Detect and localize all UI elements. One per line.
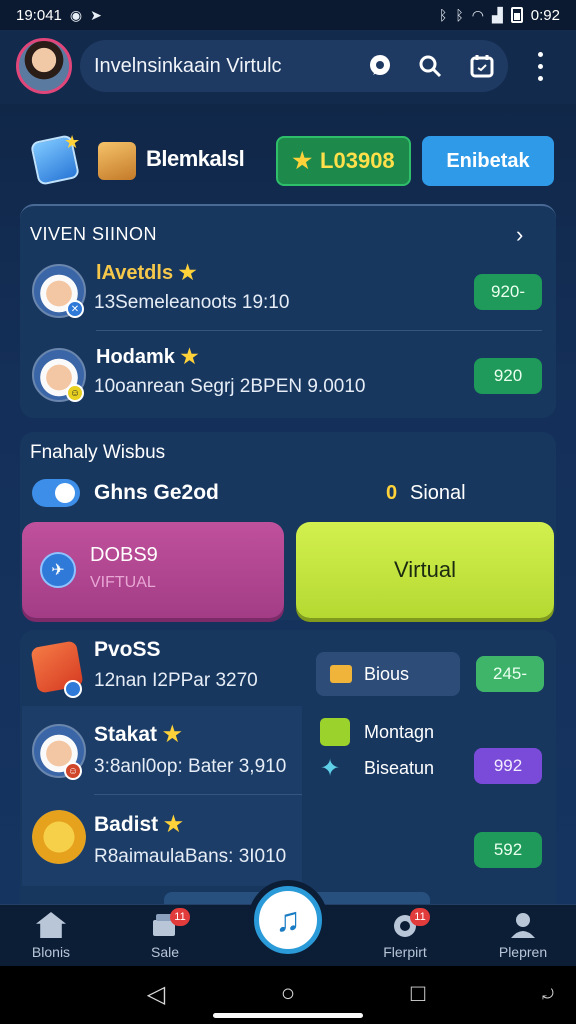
telegram-icon: ➤ xyxy=(90,6,102,23)
option-row[interactable]: ✦ Biseatun xyxy=(320,754,434,782)
plane-icon: ✈ xyxy=(40,552,76,588)
signal-icon: ▟ xyxy=(492,6,503,23)
row-subtitle: 13Semeleanoots 19:10 xyxy=(94,292,290,313)
section-title: VIVEN SIINON xyxy=(30,224,158,244)
lime-card-button[interactable]: Virtual xyxy=(296,522,554,618)
gesture-handle[interactable] xyxy=(213,1013,363,1018)
row-name: Hodamk ★ xyxy=(96,346,199,368)
card-title: Virtual xyxy=(394,557,456,582)
rotate-icon[interactable]: ⤾ xyxy=(528,986,568,1003)
battery-icon xyxy=(510,7,523,23)
chevron-right-icon[interactable]: › xyxy=(516,222,523,248)
action-button[interactable]: Enibetak xyxy=(422,136,554,186)
badge-icon: ✕ xyxy=(66,300,84,318)
row-name[interactable]: PvoSS xyxy=(94,638,161,662)
quick-label: Blemkalsl xyxy=(146,146,245,171)
nav-label: Flerpirt xyxy=(383,944,427,960)
row-subtitle: 3:8anl0op: Bater 3,910 xyxy=(94,756,287,777)
star-icon: ★ xyxy=(178,262,197,284)
search-text: Invelnsinkaain Virtulc xyxy=(94,54,282,77)
status-time: 19:041 xyxy=(16,6,62,24)
avatar[interactable] xyxy=(16,38,72,94)
option-row[interactable]: Montagn xyxy=(320,718,434,746)
calendar-icon[interactable] xyxy=(466,50,498,82)
nav-item-home[interactable]: Blonis xyxy=(6,910,96,964)
row-subtitle: 10oanrean Segrj 2BPEN 9.0010 xyxy=(94,376,366,397)
nav-item-profile[interactable]: Plepren xyxy=(478,910,568,964)
list-item[interactable]: ✕ lAvetdls ★ 13Semeleanoots 19:10 920- xyxy=(28,258,548,330)
home-icon xyxy=(36,912,66,938)
nav-label: Sale xyxy=(150,944,180,960)
notification-badge: 11 xyxy=(410,908,430,926)
recents-icon[interactable]: □ xyxy=(398,980,438,1008)
divider xyxy=(96,330,542,331)
row-name[interactable]: Badist ★ xyxy=(94,812,183,837)
coin-balance[interactable]: ★ L03908 xyxy=(276,136,411,186)
nav-label: Blonis xyxy=(31,944,71,960)
whatsapp-icon: ◉ xyxy=(69,6,83,23)
coin-value: L03908 xyxy=(320,148,395,173)
card-title: DOBS9 xyxy=(90,544,158,566)
home-circle-icon[interactable]: ○ xyxy=(268,980,308,1008)
list-item[interactable]: ☺ Hodamk ★ 10oanrean Segrj 2BPEN 9.0010 … xyxy=(28,342,548,414)
star-icon: ★ xyxy=(292,148,313,173)
back-icon[interactable]: ◁ xyxy=(136,980,176,1009)
nav-label: Plepren xyxy=(498,944,548,960)
nav-item-sale[interactable]: 11 Sale xyxy=(120,908,210,964)
value-pill[interactable]: 592 xyxy=(474,832,542,868)
chip-button[interactable]: Bious xyxy=(316,652,460,696)
folder-icon xyxy=(330,665,352,683)
badge-icon xyxy=(64,680,82,698)
star-icon: ★ xyxy=(162,723,182,746)
star-icon: ★ xyxy=(164,813,183,836)
notification-badge: 11 xyxy=(170,908,190,926)
option-label: Montagn xyxy=(364,721,435,742)
value-pill[interactable]: 920- xyxy=(474,274,542,310)
box-icon[interactable] xyxy=(98,142,136,180)
search-icon[interactable] xyxy=(414,50,446,82)
more-vert-icon[interactable] xyxy=(528,48,552,84)
music-note-icon[interactable]: ♫ xyxy=(254,886,322,954)
row-subtitle: R8aimaulaBans: 3I010 xyxy=(94,846,287,867)
divider xyxy=(94,794,302,795)
value-pill[interactable]: 245- xyxy=(476,656,544,692)
chat-icon[interactable] xyxy=(364,50,396,82)
status-right-time: 0:92 xyxy=(530,6,560,24)
nav-item-target[interactable]: 11 Flerpirt xyxy=(360,908,450,964)
row-name[interactable]: Stakat ★ xyxy=(94,722,182,747)
status-bar: 19:041 ◉ ➤ ᛒ ᛒ ◠ ▟ 0:92 xyxy=(0,0,576,30)
bluetooth-icon: ᛒ xyxy=(455,7,464,23)
profile-icon xyxy=(508,912,538,938)
option-label[interactable]: Ghns Ge2od xyxy=(94,481,219,505)
badge-icon: ☺ xyxy=(64,762,82,780)
coin-icon: 0 xyxy=(386,482,398,504)
card-subtitle: VIFTUAL xyxy=(90,574,156,591)
wifi-icon: ◠ xyxy=(471,6,485,23)
star-icon: ★ xyxy=(64,132,81,152)
target-icon: 11 xyxy=(390,908,430,938)
bluetooth-icon: ᛒ xyxy=(438,7,448,23)
bird-icon: ✦ xyxy=(320,755,341,782)
value-pill[interactable]: 992 xyxy=(474,748,542,784)
store-icon: 11 xyxy=(150,908,190,938)
option-label[interactable]: Sional xyxy=(410,482,466,505)
pink-card-button[interactable]: ✈ DOBS9 VIFTUAL xyxy=(22,522,284,618)
chip-label: Bious xyxy=(364,663,410,684)
value-pill[interactable]: 920 xyxy=(474,358,542,394)
option-label: Biseatun xyxy=(364,757,435,778)
coin-medal-icon xyxy=(32,810,86,864)
section-title: Fnahaly Wisbus xyxy=(30,442,166,463)
star-icon: ★ xyxy=(180,346,199,368)
badge-icon: ☺ xyxy=(66,384,84,402)
checkbox-icon xyxy=(320,718,350,746)
row-name: lAvetdls ★ xyxy=(96,262,197,284)
toggle-switch[interactable] xyxy=(32,479,80,507)
row-subtitle: 12nan I2PPar 3270 xyxy=(94,670,258,691)
